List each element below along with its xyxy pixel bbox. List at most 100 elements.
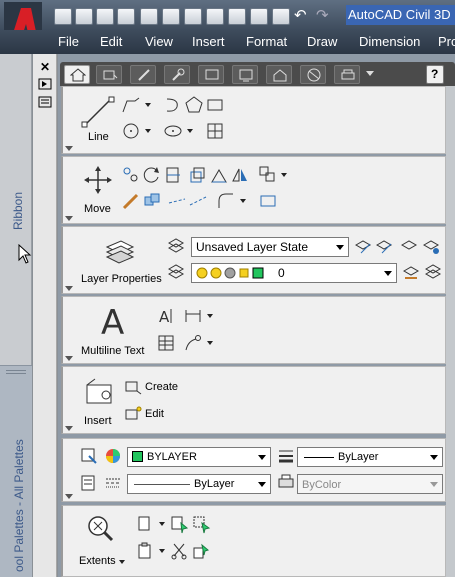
modify-panel-expand-arrow[interactable] (65, 216, 73, 221)
table-icon[interactable] (156, 333, 176, 353)
layer-state-icon[interactable] (166, 236, 186, 256)
annotation-panel-expand-arrow[interactable] (65, 356, 73, 361)
edit-block-icon[interactable] (123, 404, 143, 424)
quick-select-icon[interactable] (169, 514, 189, 534)
tab-online[interactable] (334, 65, 360, 84)
polyline-icon[interactable] (121, 95, 141, 115)
text-style-icon[interactable]: A (156, 306, 176, 326)
extents-dropdown-arrow[interactable] (119, 560, 125, 564)
grip-handle[interactable] (6, 370, 26, 374)
properties-panel-expand-arrow[interactable] (65, 494, 73, 499)
tool-palettes-strip[interactable]: ool Palettes - All Palettes (0, 365, 32, 577)
stretch-icon[interactable] (188, 165, 208, 185)
mirror-icon[interactable] (230, 165, 250, 185)
layer-off-icon[interactable] (399, 236, 419, 256)
menu-edit[interactable]: Edit (100, 34, 122, 49)
tab-annotate[interactable] (130, 65, 156, 84)
menu-draw[interactable]: Draw (307, 34, 337, 49)
sheetset-icon[interactable] (140, 8, 158, 25)
explode-icon[interactable] (142, 191, 162, 211)
properties-icon[interactable] (37, 96, 53, 110)
polygon-icon[interactable] (184, 95, 204, 115)
paste-icon[interactable] (135, 514, 155, 534)
ribbon-tab-label[interactable]: Ribbon (11, 192, 25, 230)
dimension-dropdown-arrow[interactable] (207, 314, 213, 318)
paste-dropdown-arrow[interactable] (159, 522, 165, 526)
edit-label[interactable]: Edit (145, 408, 164, 420)
scale-icon[interactable] (209, 165, 229, 185)
match-properties-icon[interactable] (272, 8, 290, 25)
spell-check-icon[interactable] (250, 8, 268, 25)
layer-freeze-icon[interactable] (421, 236, 441, 256)
open-icon[interactable] (75, 8, 93, 25)
offset-icon[interactable] (167, 191, 187, 211)
layer-dropdown[interactable]: 0 (191, 263, 397, 283)
tab-manage[interactable] (232, 65, 258, 84)
menu-more[interactable]: Pro (438, 34, 455, 49)
layers-panel-expand-arrow[interactable] (65, 286, 73, 291)
extend-icon[interactable] (188, 191, 208, 211)
rotate-icon[interactable] (142, 165, 162, 185)
color-dropdown[interactable]: BYLAYER (127, 447, 271, 467)
cut-icon[interactable] (169, 541, 189, 561)
color-wheel-icon[interactable] (103, 446, 123, 466)
hatch-icon[interactable] (205, 121, 225, 141)
clipboard-dropdown-arrow[interactable] (159, 549, 165, 553)
tab-tools[interactable] (164, 65, 190, 84)
lineweight-icon[interactable] (276, 446, 296, 466)
dimension-icon[interactable] (183, 306, 203, 326)
tabs-overflow-arrow[interactable] (366, 71, 374, 76)
lineweight-dropdown[interactable]: ByLayer (297, 447, 443, 467)
save-as-icon[interactable] (117, 8, 135, 25)
rectangle-icon[interactable] (205, 95, 225, 115)
move-icon[interactable] (83, 165, 113, 195)
arc-icon[interactable] (163, 95, 183, 115)
ellipse-icon[interactable] (163, 121, 183, 141)
ellipse-dropdown-arrow[interactable] (187, 129, 193, 133)
circle-dropdown-arrow[interactable] (145, 129, 151, 133)
close-icon[interactable]: ✕ (37, 60, 53, 74)
zoom-extents-icon[interactable] (85, 513, 115, 543)
list-icon[interactable] (79, 473, 99, 493)
menu-format[interactable]: Format (246, 34, 287, 49)
copy-icon[interactable] (121, 165, 141, 185)
tab-plugins[interactable] (300, 65, 326, 84)
fillet-dropdown-arrow[interactable] (240, 199, 246, 203)
array-dropdown-arrow[interactable] (281, 173, 287, 177)
help-icon[interactable]: ? (426, 65, 444, 84)
export-icon[interactable] (184, 8, 202, 25)
layer-unisolate-icon[interactable] (374, 236, 394, 256)
array-icon[interactable] (258, 165, 278, 185)
clipboard-icon[interactable] (135, 541, 155, 561)
linetype-dropdown[interactable]: ByLayer (127, 474, 271, 494)
save-icon[interactable] (96, 8, 114, 25)
tab-view[interactable] (198, 65, 224, 84)
join-icon[interactable] (258, 191, 278, 211)
redo-icon[interactable]: ↷ (316, 8, 334, 25)
menu-insert[interactable]: Insert (192, 34, 225, 49)
layer-state-dropdown[interactable]: Unsaved Layer State (191, 237, 349, 257)
publish-icon[interactable] (162, 8, 180, 25)
tab-output[interactable] (266, 65, 292, 84)
layer-properties-icon[interactable] (103, 235, 135, 265)
circle-icon[interactable] (121, 121, 141, 141)
new-icon[interactable] (54, 8, 72, 25)
insert-block-icon[interactable] (83, 377, 115, 407)
fillet-icon[interactable] (216, 191, 236, 211)
match-layer-icon[interactable] (423, 262, 443, 282)
linetype-icon[interactable] (103, 473, 123, 493)
block-panel-expand-arrow[interactable] (65, 426, 73, 431)
tab-home[interactable] (64, 65, 90, 84)
undo-icon[interactable]: ↶ (294, 8, 312, 25)
line-icon[interactable] (81, 95, 115, 129)
erase-icon[interactable] (121, 191, 141, 211)
tab-insert[interactable] (96, 65, 122, 84)
make-current-icon[interactable] (401, 262, 421, 282)
polyline-dropdown-arrow[interactable] (145, 103, 151, 107)
create-label[interactable]: Create (145, 381, 178, 393)
create-block-icon[interactable] (123, 377, 143, 397)
vertical-scrollbar[interactable] (446, 86, 455, 577)
plot-preview-icon[interactable] (228, 8, 246, 25)
menu-view[interactable]: View (145, 34, 173, 49)
select-all-icon[interactable] (191, 514, 211, 534)
